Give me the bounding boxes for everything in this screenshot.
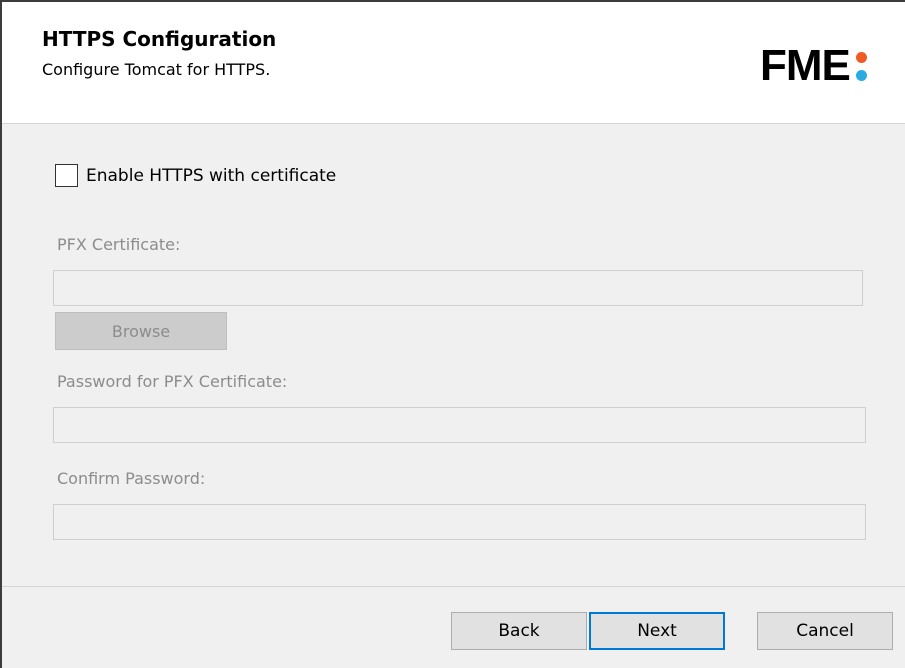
page-subtitle: Configure Tomcat for HTTPS. [42,60,271,79]
confirm-password-label: Confirm Password: [57,469,206,488]
confirm-password-input[interactable] [53,504,866,540]
enable-https-label[interactable]: Enable HTTPS with certificate [86,166,336,186]
footer-divider [2,586,905,587]
enable-https-checkbox[interactable] [55,164,78,187]
enable-https-checkbox-row[interactable]: Enable HTTPS with certificate [55,164,336,187]
fme-logo: FME [760,42,870,90]
logo-dot-orange-icon [855,52,867,63]
password-input[interactable] [53,407,866,443]
pfx-certificate-input[interactable] [53,270,863,306]
fme-logo-text: FME [760,41,851,90]
cancel-button[interactable]: Cancel [757,612,893,650]
fme-logo-dots-icon [855,46,870,86]
logo-dot-blue-icon [855,70,867,81]
page-title: HTTPS Configuration [42,27,277,51]
next-button[interactable]: Next [589,612,725,650]
installer-window: HTTPS Configuration Configure Tomcat for… [0,0,905,668]
browse-button[interactable]: Browse [55,312,227,350]
pfx-certificate-label: PFX Certificate: [57,235,181,254]
back-button[interactable]: Back [451,612,587,650]
password-label: Password for PFX Certificate: [57,372,288,391]
wizard-header: HTTPS Configuration Configure Tomcat for… [2,2,905,124]
